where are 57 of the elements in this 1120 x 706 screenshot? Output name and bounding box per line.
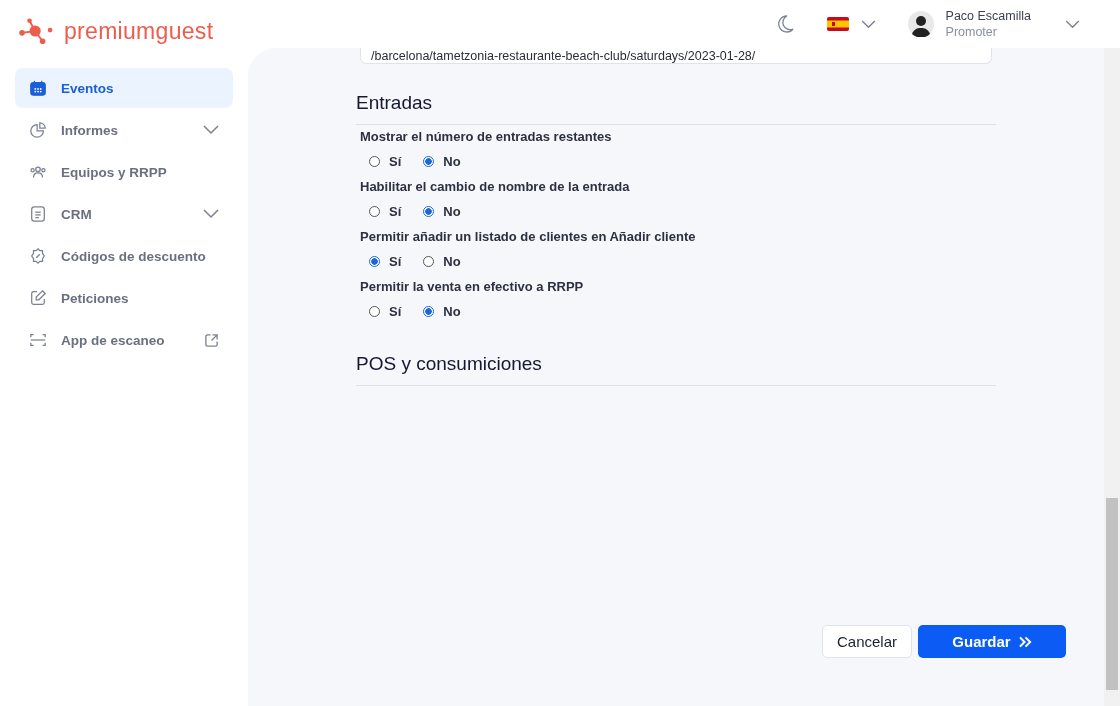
sidebar-item[interactable]: App de escaneo [15,320,233,360]
sidebar-label: CRM [61,206,93,222]
radio-option[interactable]: No [423,254,461,269]
external-link-icon [204,332,219,348]
save-button[interactable]: Guardar [918,625,1066,658]
discount-icon [29,247,47,265]
section-title: Entradas [356,92,434,114]
radio-button[interactable] [369,206,380,217]
radio-option[interactable]: Sí [369,304,402,319]
brand-name: premiumguest [64,17,214,45]
edit-icon [29,289,47,307]
sidebar-label: Códigos de descuento [61,248,207,264]
question-label: Permitir la venta en efectivo a RRPP [360,279,585,294]
section-title: POS y consumiciones [356,353,543,375]
scan-icon [29,331,47,349]
sidebar-item[interactable]: Informes [15,110,233,150]
radio-option[interactable]: No [423,304,461,319]
radio-option[interactable]: No [423,204,461,219]
user-role: Promoter [945,24,998,40]
radio-button[interactable] [369,256,380,267]
user-name: Paco Escamilla [945,8,1031,24]
double-chevron-icon [1018,635,1032,648]
radio-option[interactable]: Sí [369,254,402,269]
question-label: Habilitar el cambio de nombre de la entrada [360,179,631,194]
pie-icon [29,121,47,139]
radio-option[interactable]: No [423,154,461,169]
radio-button[interactable] [369,306,380,317]
sidebar-label: Peticiones [61,290,130,306]
sidebar-label: Equipos y RRPP [61,164,168,180]
sidebar-item[interactable]: Equipos y RRPP [15,152,233,192]
calendar-icon [29,79,47,97]
spain-flag-icon[interactable] [826,17,849,31]
radio-button[interactable] [369,156,380,167]
question-label: Permitir añadir un listado de clientes en Añadir cliente [360,229,697,244]
url-field[interactable]: /barcelona/tametzonia-restaurante-beach-club/saturdays/2023-01-28/ [360,48,992,64]
chevron-down-icon [203,125,219,135]
cancel-button[interactable]: Cancelar [821,625,912,658]
sidebar-label: App de escaneo [61,332,166,348]
radio-button[interactable] [423,206,435,217]
sidebar-item[interactable]: Peticiones [15,278,233,318]
radio-button[interactable] [423,156,435,167]
doc-icon [29,205,47,223]
sidebar-item[interactable]: Códigos de descuento [15,236,233,276]
chevron-down-icon[interactable] [1065,19,1080,29]
radio-button[interactable] [423,256,435,267]
question-label: Mostrar el número de entradas restantes [360,129,613,144]
sidebar-label: Eventos [61,80,115,96]
chevron-down-icon[interactable] [860,19,876,29]
chevron-down-icon [203,209,219,219]
avatar-icon [907,11,934,37]
scrollbar[interactable] [1104,48,1120,706]
sidebar-item[interactable]: CRM [15,194,233,234]
sidebar-item[interactable]: Eventos [15,68,233,108]
radio-option[interactable]: Sí [369,204,402,219]
radio-option[interactable]: Sí [369,154,402,169]
radio-button[interactable] [423,306,435,317]
sidebar-label: Informes [61,122,119,138]
